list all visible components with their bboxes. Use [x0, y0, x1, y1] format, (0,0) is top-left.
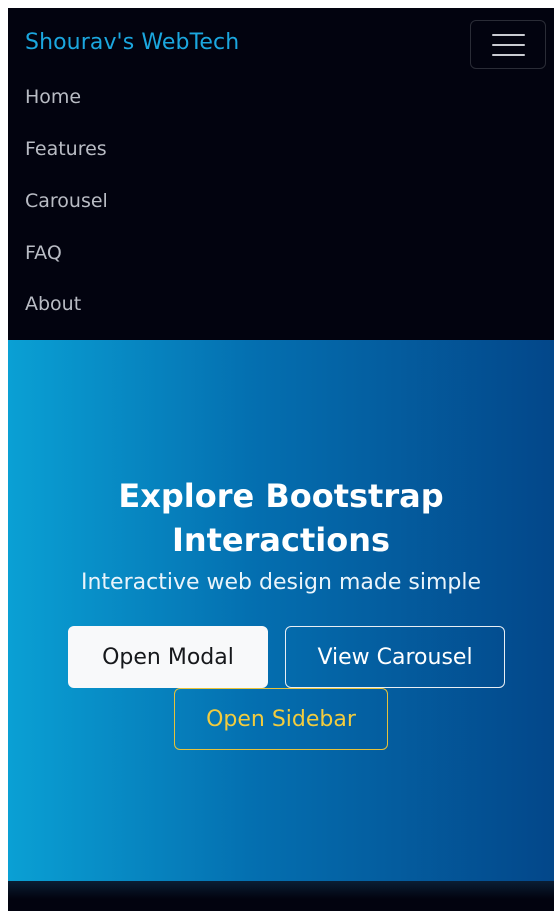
- navbar: Shourav's WebTech Home Features Carousel…: [8, 8, 554, 340]
- navbar-toggler-button[interactable]: [470, 20, 546, 69]
- nav-item-faq[interactable]: FAQ: [25, 242, 62, 264]
- brand-link[interactable]: Shourav's WebTech: [25, 30, 239, 55]
- hero-title-line-1: Explore Bootstrap: [118, 477, 444, 515]
- open-modal-button[interactable]: Open Modal: [68, 626, 268, 688]
- view-carousel-button[interactable]: View Carousel: [285, 626, 505, 688]
- hamburger-menu-icon: [492, 34, 525, 36]
- nav-item-about[interactable]: About: [25, 293, 81, 315]
- hero-title-line-2: Interactions: [171, 521, 391, 559]
- hero-subtitle: Interactive web design made simple: [81, 570, 481, 595]
- page: Shourav's WebTech Home Features Carousel…: [8, 8, 554, 911]
- hamburger-menu-icon-bottom: [492, 54, 525, 56]
- open-sidebar-button[interactable]: Open Sidebar: [174, 688, 388, 750]
- nav-item-home[interactable]: Home: [25, 86, 81, 108]
- nav-item-features[interactable]: Features: [25, 138, 107, 160]
- hero-title: Explore Bootstrap Interactions: [8, 474, 554, 562]
- hero-section: Explore Bootstrap Interactions Interacti…: [8, 340, 554, 881]
- nav-item-carousel[interactable]: Carousel: [25, 190, 108, 212]
- next-section-edge: [8, 881, 554, 911]
- hamburger-menu-icon-middle: [492, 44, 525, 46]
